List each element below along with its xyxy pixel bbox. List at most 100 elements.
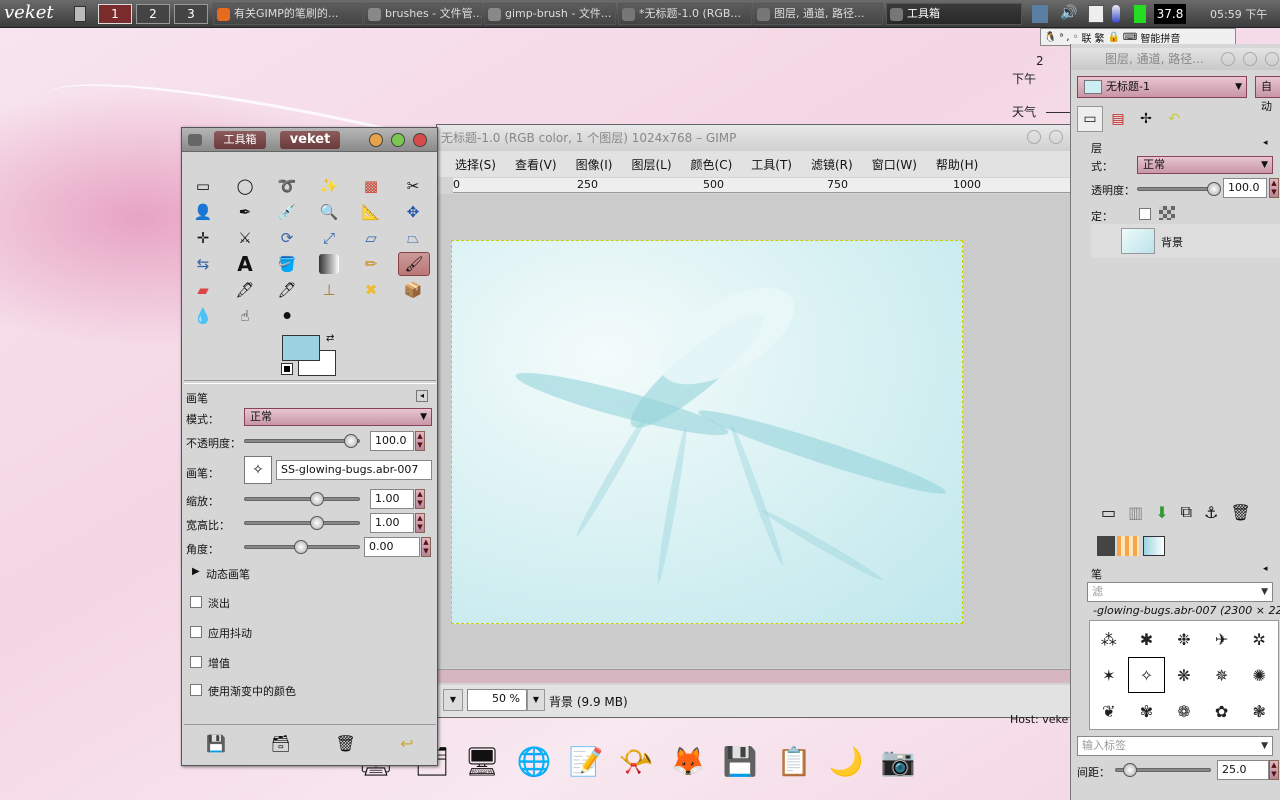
image-select[interactable]: 无标题-1 ▼ — [1077, 76, 1247, 98]
dynamics-expander[interactable]: 动态画笔 — [206, 566, 250, 582]
expander-arrow-icon[interactable]: ▶ — [192, 566, 200, 577]
menu-colors[interactable]: 颜色(C) — [691, 156, 733, 173]
jitter-checkbox[interactable] — [190, 626, 202, 638]
punctuation-icon[interactable]: , — [1066, 32, 1069, 43]
brush-name-field[interactable]: SS-glowing-bugs.abr-007 — [276, 460, 432, 480]
align-icon[interactable]: ✛ — [190, 226, 216, 250]
brush-thumb[interactable]: ❃ — [1240, 693, 1278, 729]
canvas-area[interactable] — [437, 194, 1075, 668]
dock-minimize-button[interactable] — [1221, 52, 1235, 66]
lock-icon[interactable]: 🔒 — [1107, 32, 1119, 43]
ime-item-fan[interactable]: 繁 — [1094, 30, 1104, 45]
dock-list-icon[interactable]: 📋 — [774, 738, 814, 784]
aspect-field[interactable]: 1.00 — [370, 513, 414, 533]
horizontal-scrollbar[interactable] — [437, 669, 1075, 683]
blend-icon[interactable] — [319, 254, 339, 274]
lower-layer-icon[interactable]: ⬇ — [1155, 503, 1168, 522]
dock-music-icon[interactable]: 📯 — [616, 738, 656, 784]
aspect-spinner[interactable]: ▲ ▼ — [415, 513, 425, 533]
zoom-dropdown-arrow[interactable]: ▼ — [527, 689, 545, 711]
close-button[interactable] — [413, 133, 427, 147]
magic-wand-icon[interactable]: ✨ — [316, 174, 342, 198]
delete-options-icon[interactable]: 🗑 — [335, 734, 355, 753]
trash-icon[interactable]: 🗑 — [1230, 503, 1250, 522]
brush-grid[interactable]: ⁂ ✱ ❉ ✈ ✲ ✶ ✧ ❋ ✵ ✺ ❦ ✾ ❁ ✿ ❃ — [1089, 620, 1279, 730]
aspect-knob[interactable] — [310, 516, 324, 530]
minimize-button[interactable] — [369, 133, 383, 147]
aspect-slider[interactable] — [244, 521, 360, 525]
configure-tab-icon[interactable]: ◂ — [1263, 138, 1268, 148]
paths-icon[interactable]: ✒ — [232, 200, 258, 224]
lasso-icon[interactable]: ➰ — [274, 174, 300, 198]
dock-monitor-icon[interactable]: 🖥 — [462, 738, 502, 784]
spacing-field[interactable]: 25.0 — [1217, 760, 1269, 780]
auto-button[interactable]: 自动 — [1255, 76, 1280, 113]
brush-filter-input[interactable]: 滤 ▼ — [1087, 582, 1273, 602]
veket-logo[interactable]: veket — [4, 2, 54, 23]
task-layers[interactable]: 图层, 通道, 路径... — [753, 3, 883, 25]
flip-icon[interactable]: ⇆ — [190, 252, 216, 276]
dock-close-button[interactable] — [1265, 52, 1279, 66]
paintbrush-icon[interactable]: 🖌 — [398, 252, 430, 276]
zoom-icon[interactable]: 🔍 — [316, 200, 342, 224]
brush-thumb[interactable]: ✵ — [1203, 657, 1241, 693]
bucket-fill-icon[interactable]: 🪣 — [274, 252, 300, 276]
select-by-color-icon[interactable]: ▩ — [358, 174, 384, 198]
shear-icon[interactable]: ▱ — [358, 226, 384, 250]
layer-row[interactable]: 背景 — [1091, 224, 1280, 258]
tab-channels[interactable]: ▤ — [1105, 106, 1131, 132]
dock-moon-icon[interactable]: 🌙 — [826, 738, 866, 784]
perspective-clone-icon[interactable]: 📦 — [400, 278, 426, 302]
opacity-spinner[interactable]: ▲ ▼ — [415, 431, 425, 451]
brush-thumb[interactable]: ❦ — [1090, 693, 1128, 729]
save-options-icon[interactable]: 💾 — [206, 734, 226, 753]
layer-opacity-spinner[interactable]: ▲ ▼ — [1269, 178, 1279, 198]
raise-layer-icon[interactable]: ▥ — [1128, 503, 1143, 522]
menu-windows[interactable]: 窗口(W) — [872, 156, 917, 173]
move-icon[interactable]: ✥ — [400, 200, 426, 224]
task-firefox[interactable]: 有关GIMP的笔刷的... — [213, 3, 363, 25]
brush-thumb[interactable]: ❁ — [1165, 693, 1203, 729]
task-toolbox[interactable]: 工具箱 — [886, 3, 1022, 25]
brush-thumb[interactable]: ⁂ — [1090, 621, 1128, 657]
image-canvas[interactable] — [451, 240, 963, 624]
gradient-colors-checkbox[interactable] — [190, 684, 202, 696]
spacing-knob[interactable] — [1123, 763, 1137, 777]
brush-thumb[interactable]: ✶ — [1090, 657, 1128, 693]
brush-thumb[interactable]: ✈ — [1203, 621, 1241, 657]
dock-browser-icon[interactable]: 🌐 — [514, 738, 554, 784]
ink-icon[interactable]: 🖊 — [274, 278, 300, 302]
workspace-2[interactable]: 2 — [136, 4, 170, 24]
maximize-button[interactable] — [391, 133, 405, 147]
menu-image[interactable]: 图像(I) — [576, 156, 613, 173]
tag-input[interactable]: 输入标签 ▼ — [1077, 736, 1273, 756]
heal-icon[interactable]: ✖ — [358, 278, 384, 302]
dock-camera-icon[interactable]: 📷 — [878, 738, 918, 784]
layer-opacity-field[interactable]: 100.0 — [1223, 178, 1267, 198]
incremental-checkbox[interactable] — [190, 656, 202, 668]
zoom-field[interactable]: 50 % — [467, 689, 527, 711]
task-brushes[interactable]: brushes - 文件管... — [364, 3, 482, 25]
eraser-icon[interactable]: ▰ — [190, 278, 216, 302]
opacity-slider[interactable] — [244, 439, 360, 443]
dock-gimp-icon[interactable]: 🦊 — [668, 738, 708, 784]
maximize-button[interactable] — [1049, 130, 1063, 144]
ime-mode-icon[interactable]: ᵃ — [1059, 32, 1063, 43]
swap-colors-icon[interactable]: ⇄ — [326, 333, 334, 344]
palette-swatch[interactable] — [1143, 536, 1165, 556]
default-colors-icon[interactable] — [281, 363, 293, 375]
angle-knob[interactable] — [294, 540, 308, 554]
pencil-icon[interactable]: ✏ — [358, 252, 384, 276]
brush-preview[interactable]: ✧ — [244, 456, 272, 484]
angle-spinner[interactable]: ▲ ▼ — [421, 537, 431, 557]
menu-tools[interactable]: 工具(T) — [751, 156, 792, 173]
menu-select[interactable]: 选择(S) — [455, 156, 496, 173]
anchor-icon[interactable]: ⚓ — [1204, 503, 1218, 522]
configure-tab-icon[interactable]: ◂ — [416, 390, 428, 402]
dock-maximize-button[interactable] — [1243, 52, 1257, 66]
brush-thumb[interactable]: ✾ — [1128, 693, 1166, 729]
brush-thumb[interactable]: ✲ — [1240, 621, 1278, 657]
menu-layer[interactable]: 图层(L) — [631, 156, 671, 173]
gradient-swatch[interactable] — [1117, 536, 1139, 556]
reset-options-icon[interactable]: ↩ — [400, 734, 413, 753]
